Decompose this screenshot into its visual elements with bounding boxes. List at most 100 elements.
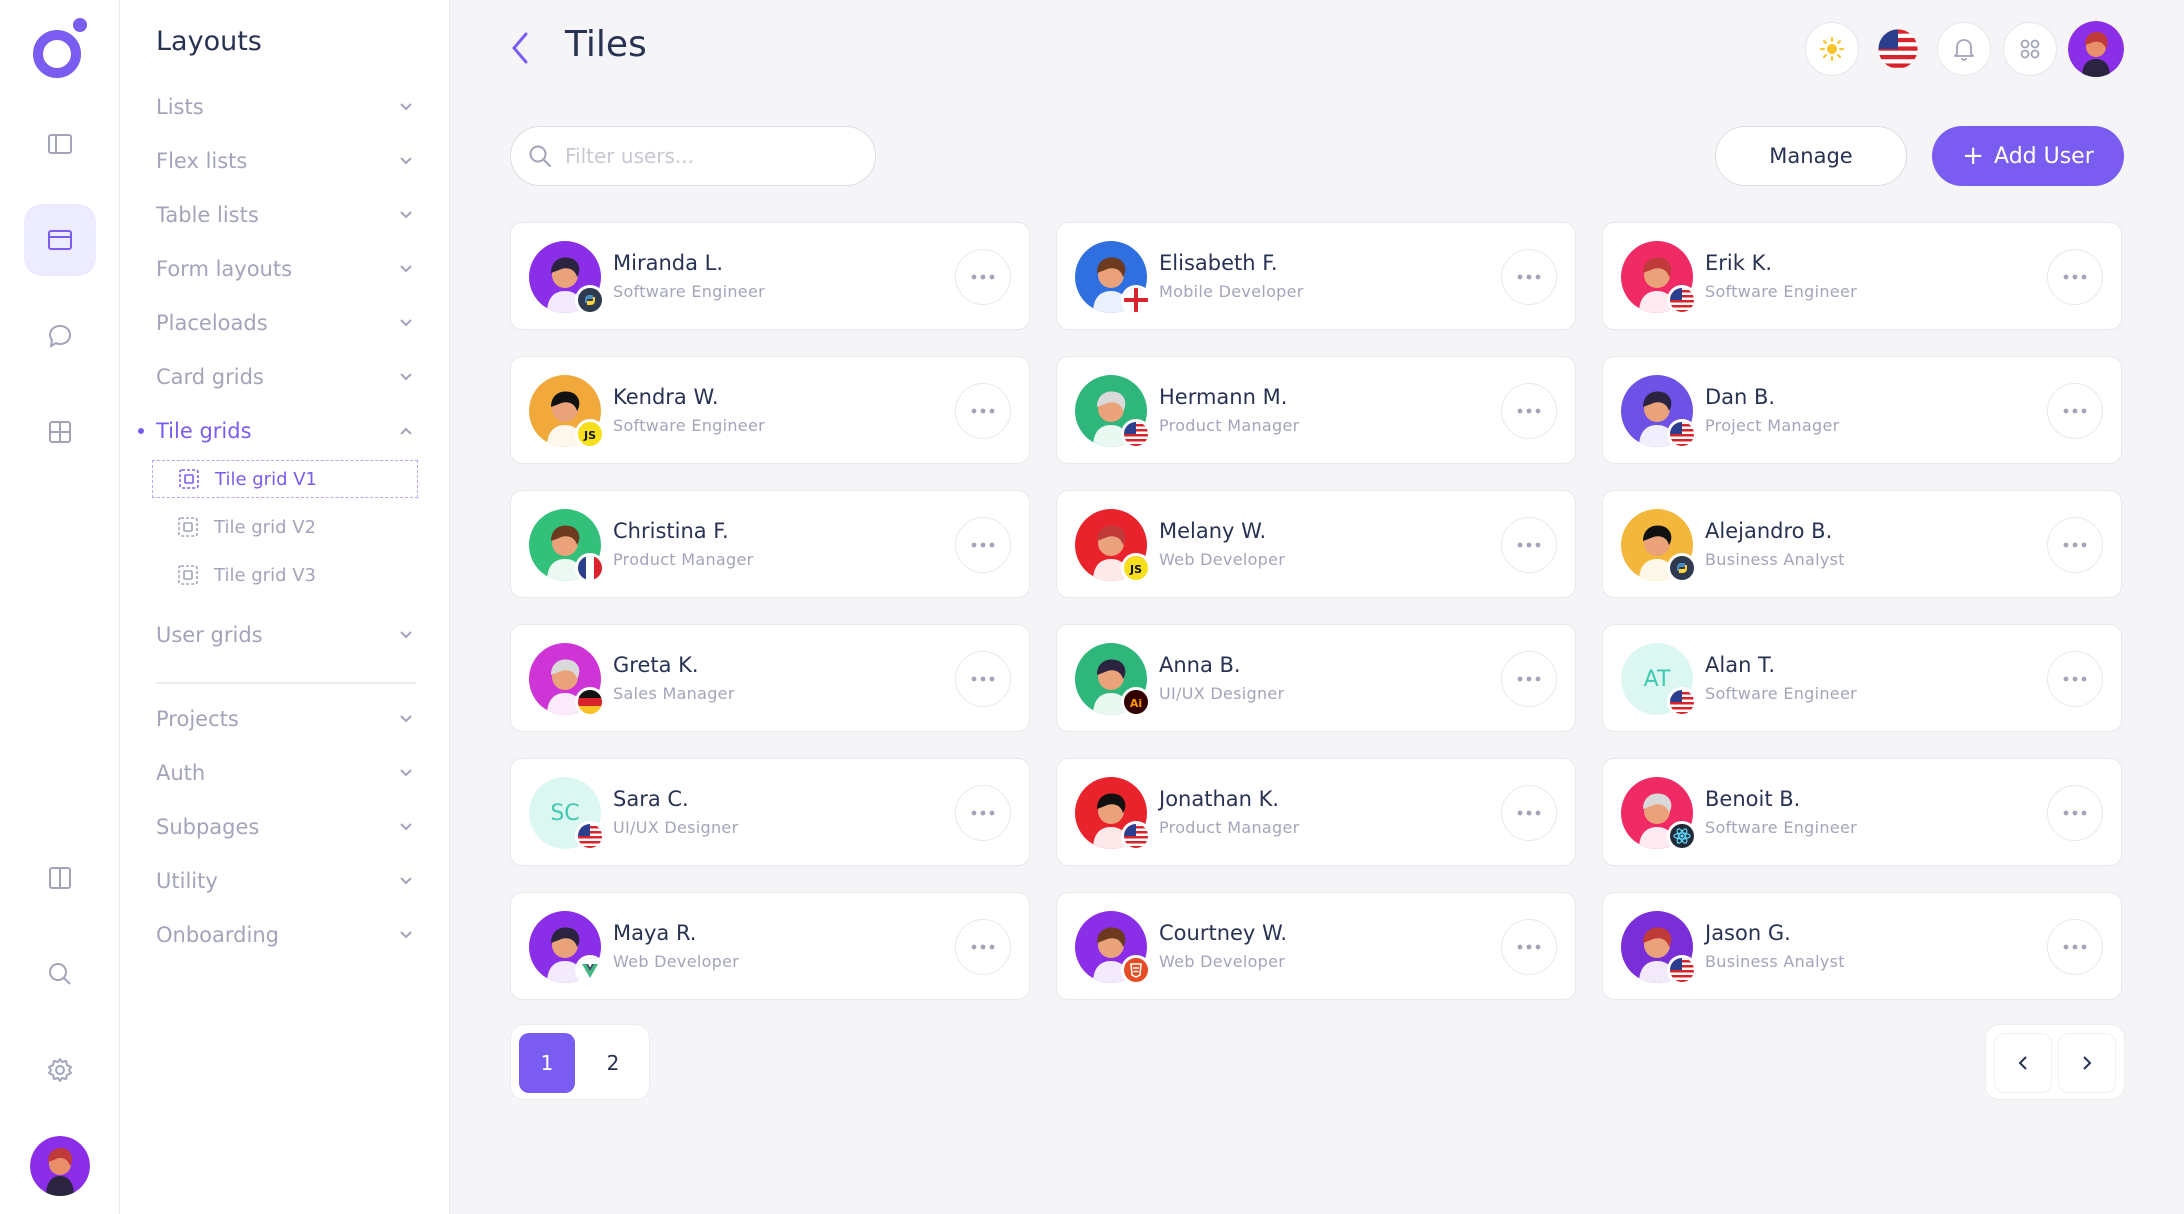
theme-toggle-button[interactable] — [1805, 22, 1859, 76]
active-dot — [138, 428, 144, 434]
more-options-button[interactable] — [955, 651, 1011, 707]
more-options-button[interactable] — [1501, 785, 1557, 841]
user-avatar[interactable] — [1621, 509, 1697, 583]
manage-button[interactable]: Manage — [1715, 126, 1907, 186]
chevron-down-icon — [400, 265, 412, 273]
previous-page-button[interactable] — [1994, 1033, 2052, 1093]
user-tile[interactable]: Elisabeth F. Mobile Developer — [1056, 222, 1576, 330]
user-role: Project Manager — [1705, 416, 1840, 435]
more-options-button[interactable] — [1501, 383, 1557, 439]
grid-icon[interactable] — [24, 396, 96, 468]
user-tile[interactable]: SC Sara C. UI/UX Designer — [510, 758, 1030, 866]
header-user-avatar[interactable] — [2068, 21, 2124, 77]
apps-button[interactable] — [2003, 22, 2057, 76]
subnav-tile-grid-v2[interactable]: Tile grid V2 — [152, 508, 418, 546]
user-tile[interactable]: Maya R. Web Developer — [510, 892, 1030, 1000]
back-arrow-icon[interactable] — [506, 28, 534, 68]
user-tile[interactable]: Ai Anna B. UI/UX Designer — [1056, 624, 1576, 732]
user-tile[interactable]: Hermann M. Product Manager — [1056, 356, 1576, 464]
subnav-tile-grid-v3[interactable]: Tile grid V3 — [152, 556, 418, 594]
user-avatar[interactable]: JS — [1075, 509, 1151, 583]
add-user-button[interactable]: + Add User — [1932, 126, 2124, 186]
more-options-button[interactable] — [1501, 517, 1557, 573]
nav-item-table-lists[interactable]: Table lists — [156, 195, 416, 235]
more-options-button[interactable] — [1501, 919, 1557, 975]
user-tile[interactable]: Jason G. Business Analyst — [1602, 892, 2122, 1000]
user-tile[interactable]: Greta K. Sales Manager — [510, 624, 1030, 732]
user-avatar[interactable] — [529, 509, 605, 583]
notifications-button[interactable] — [1937, 22, 1991, 76]
settings-gear-icon[interactable] — [24, 1034, 96, 1106]
nav-item-auth[interactable]: Auth — [156, 753, 416, 793]
search-input[interactable] — [565, 144, 855, 168]
more-options-button[interactable] — [2047, 383, 2103, 439]
ellipsis-icon — [1517, 810, 1541, 816]
ellipsis-icon — [2063, 944, 2087, 950]
user-avatar[interactable]: JS — [529, 375, 605, 449]
user-avatar[interactable] — [1075, 911, 1151, 985]
page-button-2[interactable]: 2 — [585, 1033, 641, 1093]
user-avatar[interactable] — [1075, 241, 1151, 315]
user-tile[interactable]: Dan B. Project Manager — [1602, 356, 2122, 464]
user-avatar[interactable] — [1621, 241, 1697, 315]
nav-item-projects[interactable]: Projects — [156, 699, 416, 739]
nav-item-tile-grids[interactable]: Tile grids — [138, 411, 416, 451]
more-options-button[interactable] — [2047, 651, 2103, 707]
user-tile[interactable]: Jonathan K. Product Manager — [1056, 758, 1576, 866]
user-tile[interactable]: Christina F. Product Manager — [510, 490, 1030, 598]
layouts-icon[interactable] — [24, 204, 96, 276]
chevron-down-icon — [400, 211, 412, 219]
filter-users-search[interactable] — [510, 126, 876, 186]
nav-item-card-grids[interactable]: Card grids — [156, 357, 416, 397]
nav-item-onboarding[interactable]: Onboarding — [156, 915, 416, 955]
user-avatar[interactable]: Ai — [1075, 643, 1151, 717]
nav-item-utility[interactable]: Utility — [156, 861, 416, 901]
user-avatar[interactable] — [1621, 777, 1697, 851]
user-avatar[interactable] — [1621, 375, 1697, 449]
more-options-button[interactable] — [955, 383, 1011, 439]
more-options-button[interactable] — [955, 517, 1011, 573]
user-avatar[interactable]: AT — [1621, 643, 1697, 717]
user-tile[interactable]: Courtney W. Web Developer — [1056, 892, 1576, 1000]
more-options-button[interactable] — [1501, 651, 1557, 707]
columns-icon[interactable] — [24, 842, 96, 914]
nav-item-user-grids[interactable]: User grids — [156, 615, 416, 655]
more-options-button[interactable] — [2047, 919, 2103, 975]
more-options-button[interactable] — [2047, 249, 2103, 305]
more-options-button[interactable] — [955, 785, 1011, 841]
more-options-button[interactable] — [955, 249, 1011, 305]
user-tile[interactable]: Miranda L. Software Engineer — [510, 222, 1030, 330]
nav-item-subpages[interactable]: Subpages — [156, 807, 416, 847]
more-options-button[interactable] — [955, 919, 1011, 975]
nav-item-lists[interactable]: Lists — [156, 87, 416, 127]
next-page-button[interactable] — [2058, 1033, 2116, 1093]
language-button[interactable] — [1871, 22, 1925, 76]
user-avatar[interactable] — [529, 643, 605, 717]
user-tile[interactable]: Erik K. Software Engineer — [1602, 222, 2122, 330]
search-icon[interactable] — [24, 938, 96, 1010]
nav-item-placeloads[interactable]: Placeloads — [156, 303, 416, 343]
more-options-button[interactable] — [1501, 249, 1557, 305]
page-button-1[interactable]: 1 — [519, 1033, 575, 1093]
more-options-button[interactable] — [2047, 517, 2103, 573]
more-options-button[interactable] — [2047, 785, 2103, 841]
current-user-avatar[interactable] — [30, 1136, 90, 1196]
user-tile[interactable]: JS Melany W. Web Developer — [1056, 490, 1576, 598]
user-avatar[interactable] — [1075, 777, 1151, 851]
user-avatar[interactable] — [1621, 911, 1697, 985]
user-avatar[interactable]: SC — [529, 777, 605, 851]
user-tile[interactable]: AT Alan T. Software Engineer — [1602, 624, 2122, 732]
user-avatar[interactable] — [529, 911, 605, 985]
user-tile[interactable]: Alejandro B. Business Analyst — [1602, 490, 2122, 598]
app-logo[interactable] — [30, 16, 90, 82]
user-avatar[interactable] — [529, 241, 605, 315]
nav-item-form-layouts[interactable]: Form layouts — [156, 249, 416, 289]
user-tile[interactable]: Benoit B. Software Engineer — [1602, 758, 2122, 866]
nav-item-label: Placeloads — [156, 311, 268, 335]
messages-icon[interactable] — [24, 300, 96, 372]
user-tile[interactable]: JS Kendra W. Software Engineer — [510, 356, 1030, 464]
nav-item-flex-lists[interactable]: Flex lists — [156, 141, 416, 181]
user-avatar[interactable] — [1075, 375, 1151, 449]
subnav-tile-grid-v1[interactable]: Tile grid V1 — [152, 460, 418, 498]
sidebar-toggle-icon[interactable] — [24, 108, 96, 180]
